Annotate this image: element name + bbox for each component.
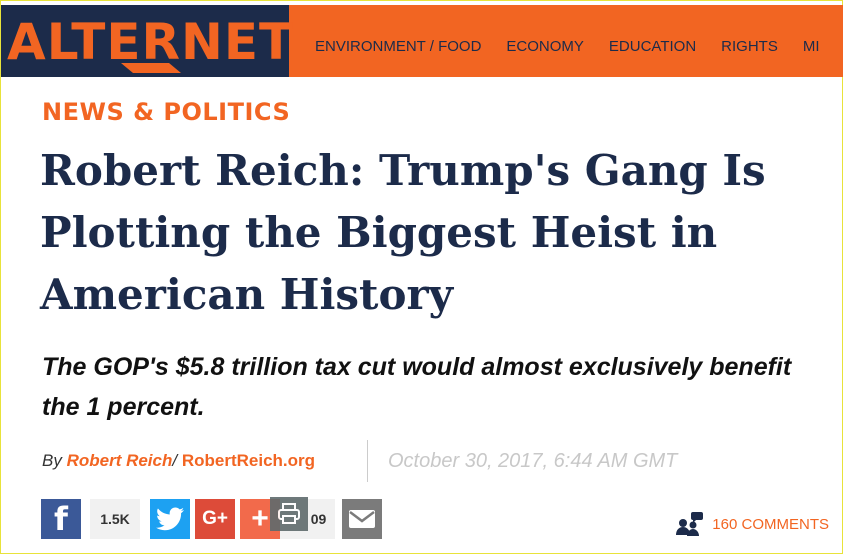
article-subtitle: The GOP's $5.8 trillion tax cut would al… [42,353,792,421]
google-plus-icon: G+ [202,508,228,529]
byline: By Robert Reich/ RobertReich.org [42,451,315,471]
comments-link[interactable]: 160 COMMENTS [674,511,829,537]
byline-divider [367,440,368,482]
publish-date: October 30, 2017, 6:44 AM GMT [388,450,678,472]
logo-underline-arrow-icon [121,63,181,73]
nav-item-rights[interactable]: RIGHTS [721,38,778,55]
total-share-count-value: 09 [310,511,327,527]
mail-icon [349,510,375,528]
twitter-icon [156,507,184,531]
facebook-share-button[interactable]: f [41,499,81,539]
source-link[interactable]: RobertReich.org [182,451,315,470]
google-plus-share-button[interactable]: G+ [195,499,235,539]
main-nav: ENVIRONMENT / FOOD ECONOMY EDUCATION RIG… [315,38,843,55]
nav-item-education[interactable]: EDUCATION [609,38,696,55]
section-label[interactable]: NEWS & POLITICS [42,98,290,126]
comments-people-icon [676,512,704,536]
nav-item-economy[interactable]: ECONOMY [506,38,584,55]
print-button[interactable] [270,497,308,531]
site-logo[interactable]: ALTERNET [1,5,293,77]
author-link[interactable]: Robert Reich [67,451,173,470]
email-share-button[interactable] [342,499,382,539]
share-plus-icon: + [251,502,269,535]
nav-item-more-truncated[interactable]: MI [803,38,820,55]
byline-separator: / [172,451,178,470]
comments-count: 160 COMMENTS [712,515,829,533]
nav-item-environment-food[interactable]: ENVIRONMENT / FOOD [315,38,481,55]
facebook-icon: f [54,500,68,538]
print-icon [278,503,300,524]
byline-prefix: By [42,451,62,470]
article-title: Robert Reich: Trump's Gang Is Plotting t… [40,146,766,319]
facebook-share-count: 1.5K [90,499,140,539]
twitter-share-button[interactable] [150,499,190,539]
